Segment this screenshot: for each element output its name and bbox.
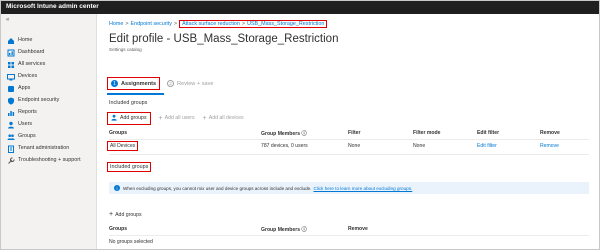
sidebar-item-label: Devices (18, 73, 38, 79)
breadcrumb-profile[interactable]: USB_Mass_Storage_Restriction (247, 21, 324, 27)
plus-icon: + (202, 114, 207, 122)
column-header-groups: Groups (109, 226, 128, 232)
active-tab-indicator (107, 93, 164, 95)
sidebar-item-reports[interactable]: Reports (1, 107, 97, 119)
user-icon (7, 121, 15, 129)
excluded-groups-heading: Included groups (107, 162, 152, 172)
app-window: Microsoft Intune admin center « Home Das… (0, 0, 600, 250)
breadcrumb-separator: > (173, 21, 178, 27)
devices-icon (7, 73, 15, 81)
app-title: Microsoft Intune admin center (6, 3, 99, 10)
column-header-group-members: Group Members ⓘ (261, 131, 307, 137)
sidebar-item-label: Groups (18, 133, 36, 139)
dashboard-icon (7, 49, 15, 57)
info-icon: i (114, 185, 120, 191)
sidebar-item-dashboard[interactable]: Dashboard (1, 47, 97, 59)
shield-icon (7, 97, 15, 105)
group-members-cell: 787 devices, 0 users (261, 143, 308, 149)
add-all-devices-label: Add all devices (208, 115, 244, 121)
home-icon (7, 37, 15, 45)
tab-assignments[interactable]: 1 Assignments (107, 77, 161, 90)
step-number: 1 (111, 80, 118, 87)
filter-mode-cell: None (413, 143, 426, 149)
sidebar-item-label: Tenant administration (18, 145, 70, 151)
groups-icon (7, 133, 15, 141)
reports-icon (7, 109, 15, 117)
breadcrumb-separator: > (241, 21, 246, 27)
sidebar-item-label: Home (18, 37, 33, 43)
row-divider (109, 235, 589, 236)
sidebar-item-troubleshooting[interactable]: Troubleshooting + support (1, 155, 97, 167)
sidebar-item-groups[interactable]: Groups (1, 131, 97, 143)
table-row: All Devices 787 devices, 0 users None No… (107, 141, 589, 152)
sidebar-item-devices[interactable]: Devices (1, 71, 97, 83)
tab-label: Review + save (177, 80, 214, 87)
sidebar: « Home Dashboard All services Devices Ap… (1, 14, 97, 249)
table-header-row: Groups Group Members ⓘ Filter Filter mod… (109, 128, 589, 139)
sidebar-item-label: Dashboard (18, 49, 45, 55)
column-header-remove: Remove (348, 226, 368, 232)
breadcrumb-separator: > (125, 21, 129, 27)
sidebar-item-all-services[interactable]: All services (1, 59, 97, 71)
row-divider (109, 139, 589, 140)
wrench-icon (7, 157, 15, 165)
info-text: When excluding groups, you cannot mix us… (123, 185, 312, 191)
apps-icon (7, 85, 15, 93)
sidebar-item-tenant-administration[interactable]: Tenant administration (1, 143, 97, 155)
sidebar-item-users[interactable]: Users (1, 119, 97, 131)
edit-filter-link[interactable]: Edit filter (477, 143, 497, 149)
add-groups-label: Add groups (120, 115, 147, 121)
sidebar-item-label: Troubleshooting + support (18, 157, 81, 163)
column-header-filter: Filter (348, 130, 361, 136)
add-groups-button[interactable]: Add groups (107, 111, 151, 125)
add-all-users-button[interactable]: + Add all users (159, 115, 195, 122)
included-groups-heading: Included groups (109, 100, 148, 106)
tab-label: Assignments (121, 80, 157, 87)
empty-state-text: No groups selected (109, 239, 153, 245)
sidebar-item-label: All services (18, 61, 46, 67)
main-content: Home > Endpoint security > Attack surface re… (98, 14, 599, 249)
remove-link[interactable]: Remove (540, 143, 559, 149)
add-groups-label: Add groups (115, 211, 142, 218)
table-header-row: Groups Group Members ⓘ Remove (109, 224, 589, 235)
sidebar-item-label: Endpoint security (18, 97, 60, 103)
sidebar-item-home[interactable]: Home (1, 35, 97, 47)
sidebar-item-apps[interactable]: Apps (1, 83, 97, 95)
step-number: 2 (167, 80, 174, 87)
collapse-sidebar-icon[interactable]: « (6, 17, 9, 23)
plus-icon: + (158, 114, 163, 122)
breadcrumb-home[interactable]: Home (109, 21, 123, 27)
sidebar-item-label: Apps (18, 85, 31, 91)
plus-icon: + (109, 211, 114, 218)
table-row: No groups selected (109, 237, 589, 248)
add-excluded-groups-button[interactable]: + Add groups (109, 211, 142, 218)
page-title: Edit profile - USB_Mass_Storage_Restrict… (109, 33, 339, 45)
tenant-icon (7, 145, 15, 153)
learn-more-link[interactable]: Click here to learn more about excluding… (313, 186, 412, 191)
breadcrumb-highlight-box: Attack surface reduction > USB_Mass_Storag… (179, 20, 328, 28)
exclude-info-banner: i When excluding groups, you cannot mix … (109, 182, 589, 194)
sidebar-item-label: Reports (18, 109, 37, 115)
grid-icon (7, 61, 15, 69)
column-header-edit-filter: Edit filter (477, 130, 500, 136)
included-command-bar: Add groups + Add all users + Add all dev… (107, 111, 252, 125)
column-header-groups: Groups (109, 130, 128, 136)
column-header-filter-mode: Filter mode (413, 130, 441, 136)
add-all-devices-button[interactable]: + Add all devices (203, 115, 244, 122)
breadcrumb-attack-surface-reduction[interactable]: Attack surface reduction (182, 21, 240, 27)
column-header-group-members: Group Members ⓘ (261, 227, 307, 233)
column-header-remove: Remove (540, 130, 560, 136)
breadcrumb-endpoint-security[interactable]: Endpoint security (131, 21, 172, 27)
tab-review-save[interactable]: 2 Review + save (167, 80, 214, 87)
page-subtitle: Settings catalog (109, 47, 142, 52)
add-all-users-label: Add all users (164, 115, 195, 121)
user-add-icon (111, 114, 118, 123)
filter-cell: None (348, 143, 361, 149)
top-bar: Microsoft Intune admin center (1, 1, 599, 14)
group-name-cell[interactable]: All Devices (107, 141, 139, 151)
sidebar-item-endpoint-security[interactable]: Endpoint security (1, 95, 97, 107)
breadcrumb: Home > Endpoint security > Attack surface re… (109, 20, 328, 30)
row-divider (109, 154, 589, 155)
sidebar-item-label: Users (18, 121, 33, 127)
